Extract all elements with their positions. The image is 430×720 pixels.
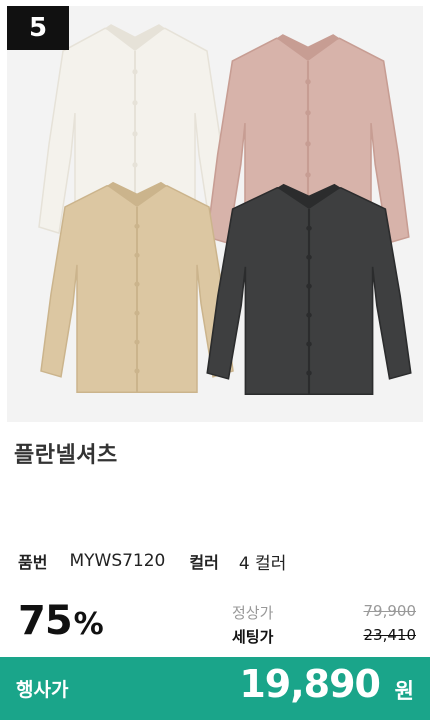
event-price: 19,890 [239,662,381,706]
event-price-bar[interactable]: 행사가 19,890 원 [0,657,430,720]
spec-row: 품번 MYWS7120 컬러 4 컬러 [18,548,286,574]
set-price-label: 세팅가 [232,628,274,646]
rank-badge: 5 [7,6,69,50]
regular-price-label: 정상가 [232,604,274,622]
regular-price: 79,900 [363,602,417,620]
event-price-label: 행사가 [16,679,69,701]
set-price: 23,410 [363,626,417,644]
currency-unit: 원 [394,679,414,703]
charcoal-shirt-icon [203,180,415,402]
product-card[interactable]: 5 플란넬셔츠 품번 MYWS7120 컬러 4 컬러 75 % 정상가 79,… [0,0,430,720]
color-count-label: 컬러 [189,553,219,572]
color-count-value: 4 컬러 [238,553,287,574]
item-number-value: MYWS7120 [69,551,166,571]
item-number-label: 품번 [18,553,48,572]
discount-number: 75 [18,598,73,644]
product-image[interactable]: 5 [7,6,423,422]
discount-rate: 75 % [18,598,104,648]
product-title[interactable]: 플란넬셔츠 [14,437,118,469]
discount-percent-sign: % [73,607,104,642]
